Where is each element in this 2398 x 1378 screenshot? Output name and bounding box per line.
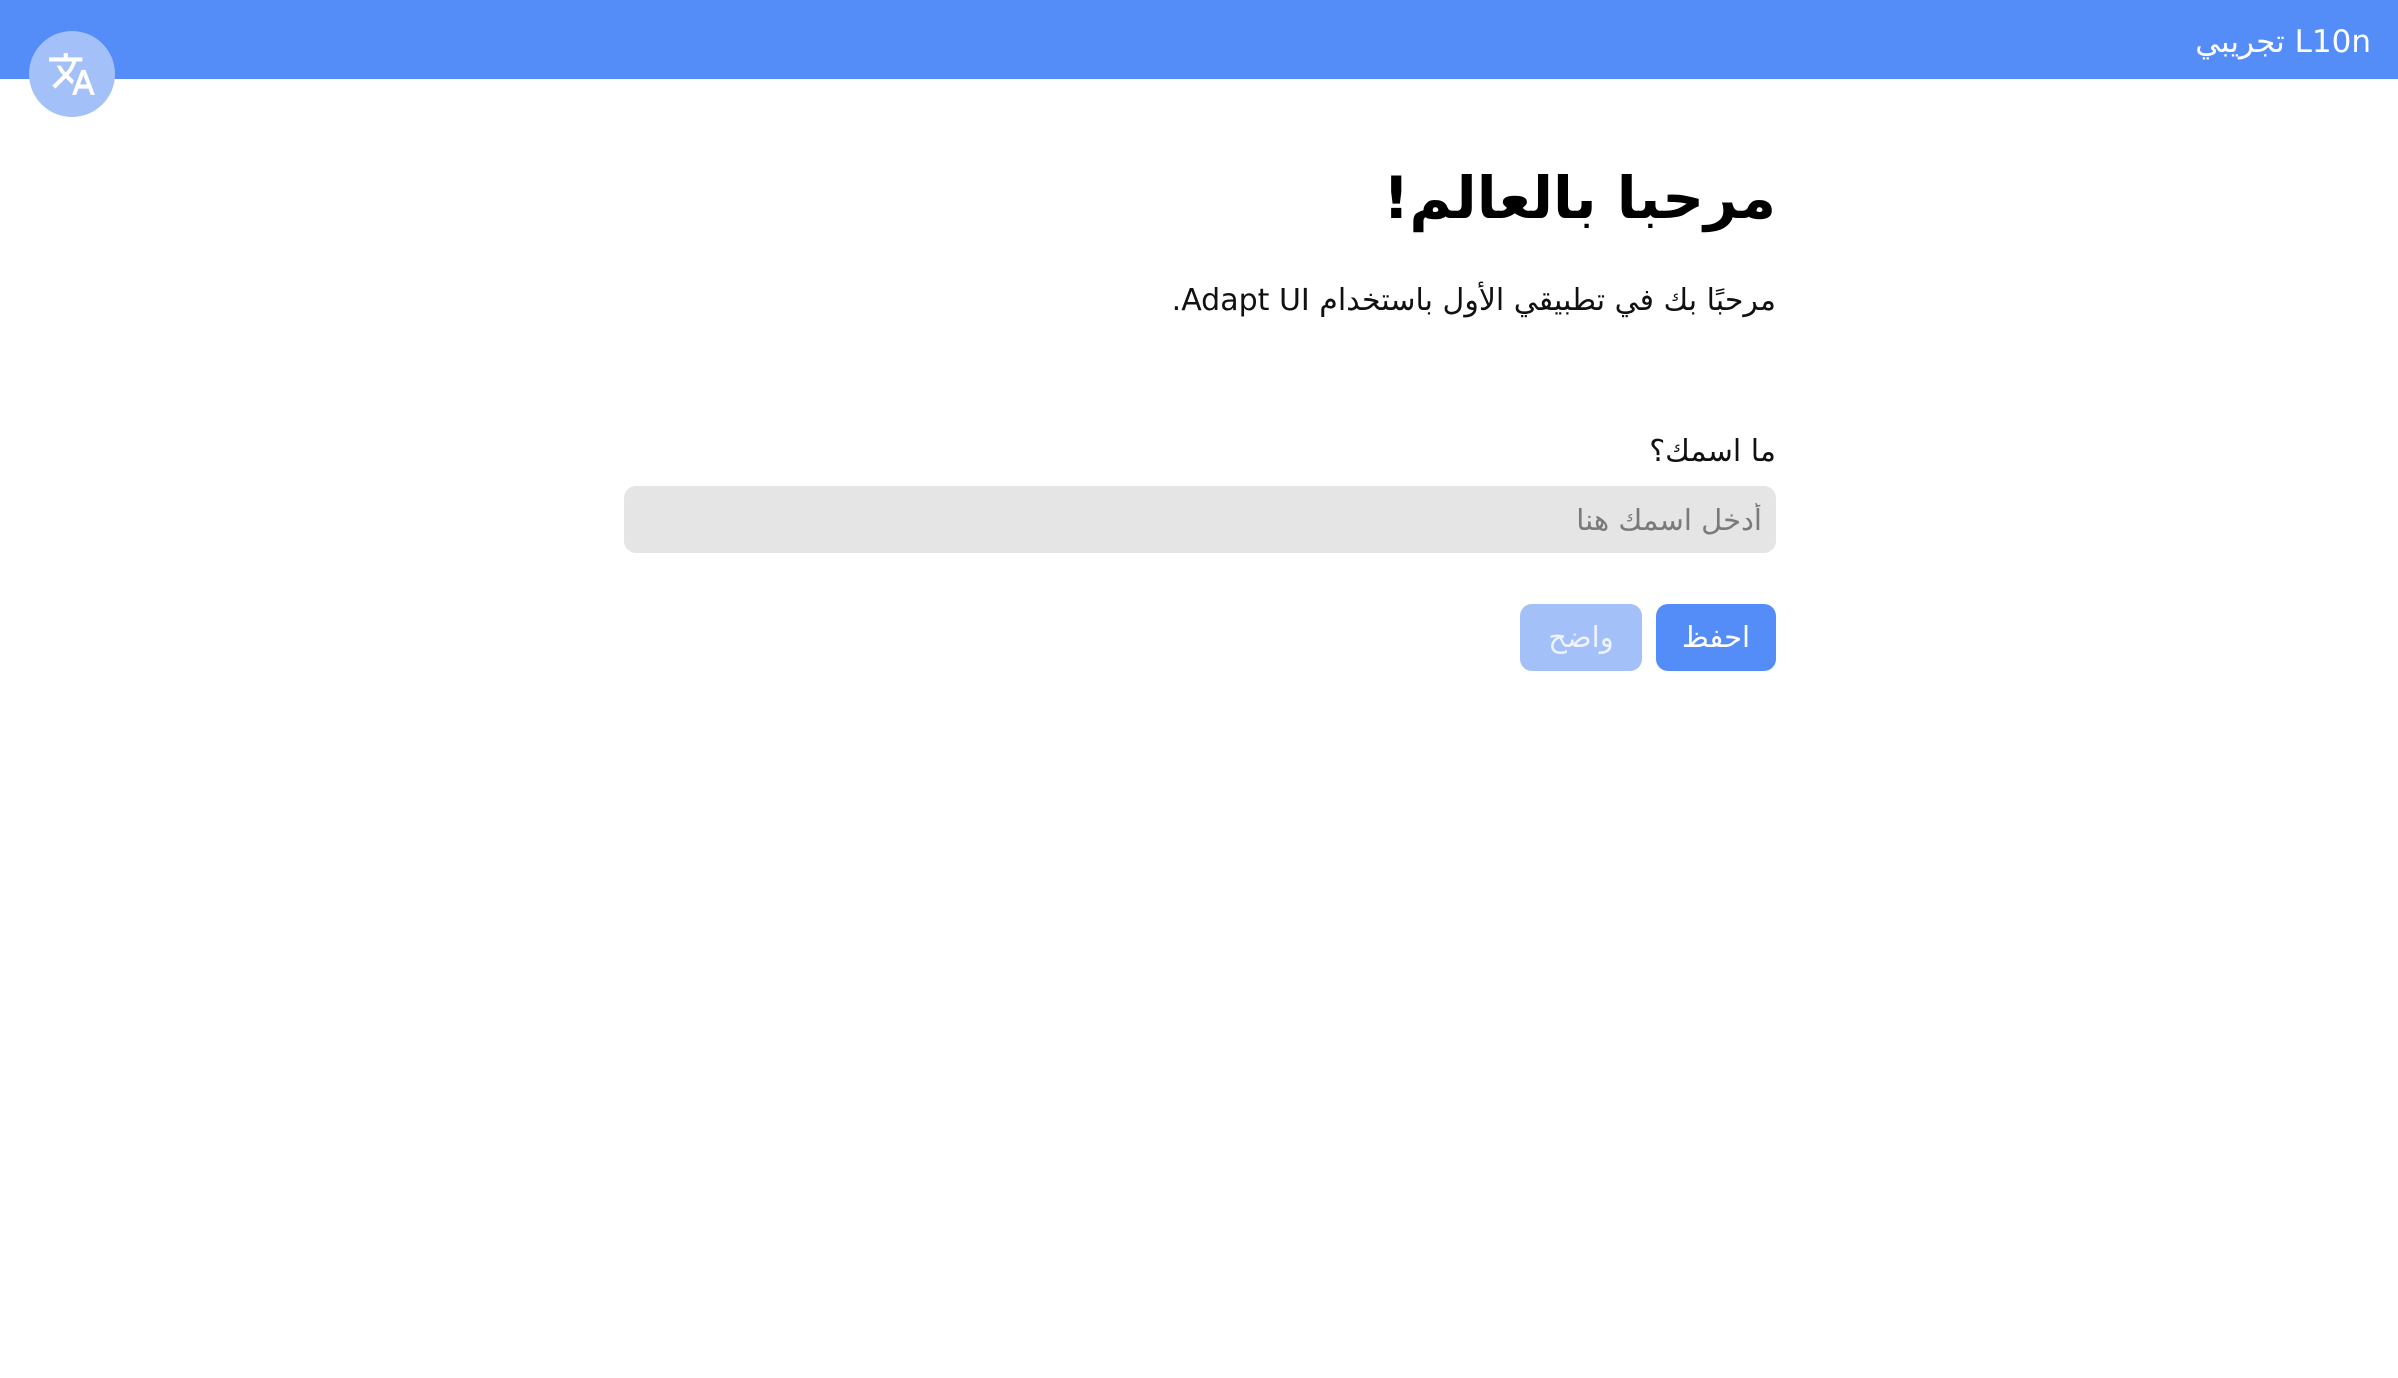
clear-button[interactable]: واضح [1520,604,1642,671]
page-title: مرحبا بالعالم! [1382,164,1776,232]
name-input[interactable] [624,486,1776,553]
save-button[interactable]: احفظ [1656,604,1776,671]
app-title: L10n تجريبي [2195,24,2371,60]
translate-icon [49,53,95,95]
name-field-label: ما اسمك؟ [1649,434,1776,469]
intro-text: مرحبًا بك في تطبيقي الأول باستخدام Adapt… [1171,283,1776,318]
main-content: مرحبا بالعالم! مرحبًا بك في تطبيقي الأول… [624,150,1776,671]
language-switch-button[interactable] [29,31,115,117]
app-header: L10n تجريبي [0,0,2398,79]
